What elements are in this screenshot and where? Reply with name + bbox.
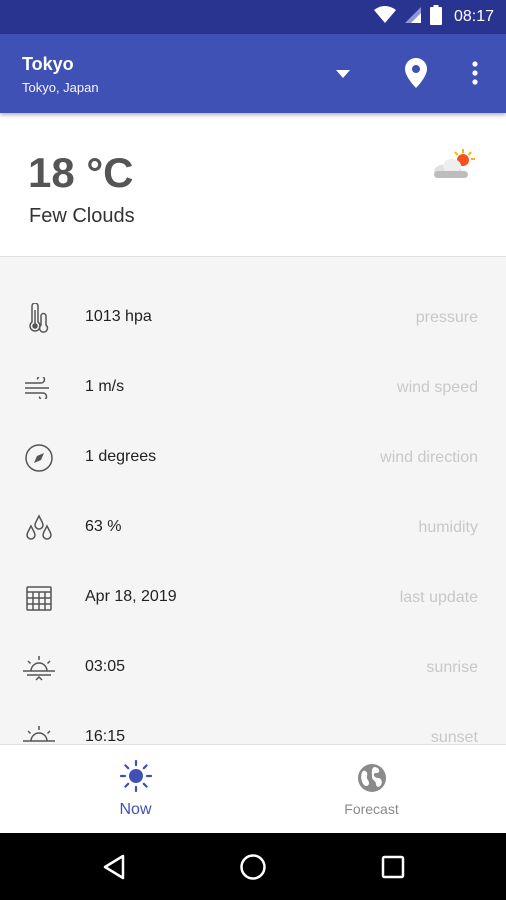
detail-label: sunrise [426, 659, 478, 676]
app-bar: Tokyo Tokyo, Japan [0, 34, 506, 113]
thermometer-icon [20, 303, 58, 333]
cell-signal-icon [404, 6, 422, 29]
few-clouds-icon [430, 149, 476, 186]
detail-label: sunset [430, 729, 478, 744]
battery-icon [429, 4, 442, 30]
detail-label: wind direction [380, 449, 478, 466]
bottom-navigation: Now Forecast [0, 744, 506, 833]
sunrise-icon [20, 653, 58, 683]
more-vert-icon [472, 61, 478, 85]
recents-square-icon [381, 855, 405, 879]
detail-row-sunset: 16:15 sunset [0, 701, 506, 744]
back-triangle-icon [103, 854, 125, 880]
sunset-icon [20, 723, 58, 744]
recents-button[interactable] [373, 849, 413, 885]
detail-value: Apr 18, 2019 [85, 588, 177, 605]
tab-forecast-label: Forecast [344, 801, 399, 817]
calendar-icon [20, 583, 58, 613]
detail-value: 1013 hpa [85, 308, 152, 325]
detail-label: wind speed [397, 379, 478, 396]
detail-row-humidity: 63 % humidity [0, 491, 506, 561]
current-temperature: 18 °C [28, 149, 134, 196]
sun-icon [119, 759, 153, 798]
location-button[interactable] [401, 56, 431, 90]
detail-label: humidity [418, 519, 478, 536]
wind-icon [20, 373, 58, 403]
detail-value: 63 % [85, 518, 122, 535]
detail-value: 1 degrees [85, 448, 157, 465]
tab-forecast[interactable]: Forecast [245, 745, 498, 834]
wifi-icon [373, 5, 396, 29]
status-time: 08:17 [453, 8, 494, 25]
city-dropdown-button[interactable] [330, 64, 356, 84]
detail-value: 16:15 [85, 728, 126, 744]
tab-now-label: Now [119, 801, 152, 818]
home-button[interactable] [233, 849, 273, 885]
detail-row-wind-direction: 1 degrees wind direction [0, 421, 506, 491]
status-bar: 08:17 [0, 0, 506, 34]
detail-row-pressure: 1013 hpa pressure [0, 281, 506, 351]
detail-row-last-update: Apr 18, 2019 last update [0, 561, 506, 631]
back-button[interactable] [94, 849, 134, 885]
detail-row-wind-speed: 1 m/s wind speed [0, 351, 506, 421]
globe-icon [357, 763, 387, 798]
detail-value: 03:05 [85, 658, 126, 675]
detail-label: last update [399, 589, 478, 606]
detail-label: pressure [415, 309, 478, 326]
current-weather-card: 18 °C Few Clouds [0, 113, 506, 257]
compass-icon [20, 443, 58, 473]
home-circle-icon [240, 854, 266, 880]
detail-value: 1 m/s [85, 378, 125, 395]
current-condition: Few Clouds [29, 205, 135, 227]
location-pin-icon [405, 58, 427, 88]
detail-row-sunrise: 03:05 sunrise [0, 631, 506, 701]
weather-details-list[interactable]: 1013 hpa pressure 1 m/s wind speed 1 deg… [0, 257, 506, 744]
tab-now[interactable]: Now [9, 745, 262, 834]
city-name: Tokyo [22, 54, 74, 74]
city-location: Tokyo, Japan [22, 80, 99, 95]
more-options-button[interactable] [463, 56, 487, 90]
system-navigation-bar [0, 833, 506, 900]
humidity-icon [20, 513, 58, 543]
dropdown-arrow-icon [336, 70, 350, 78]
